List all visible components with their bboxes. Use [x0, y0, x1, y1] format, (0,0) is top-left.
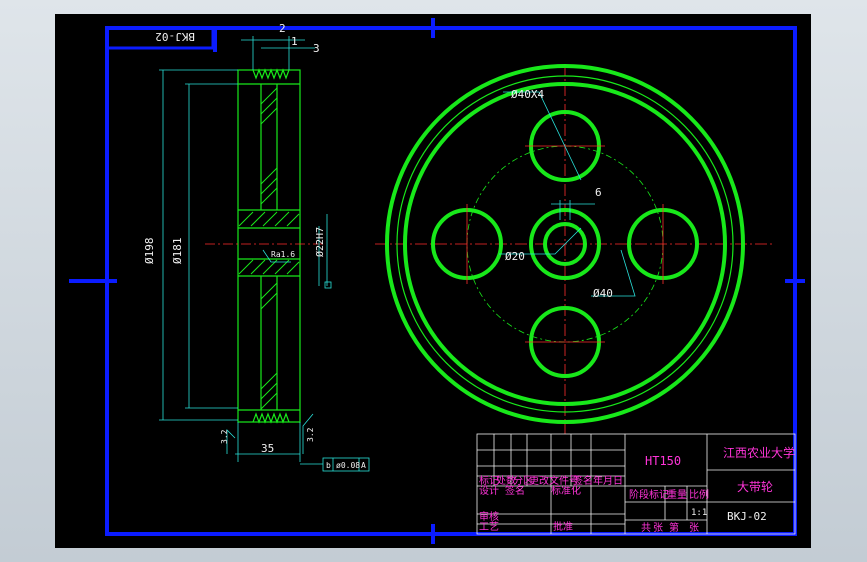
surface-mark-right: 3.2	[306, 427, 315, 442]
tol-value: ø0.08	[336, 461, 360, 470]
tb-sheet-no: 第	[669, 521, 679, 534]
label-holes: Ø40X4	[511, 88, 544, 101]
tb-sheets-unit1: 张	[653, 522, 663, 534]
tb-sheets-unit2: 张	[689, 522, 699, 534]
front-view: Ø40X4 6 Ø20 Ø40	[375, 64, 775, 434]
drawing-frame	[69, 18, 805, 544]
tb-h-date: 年月日	[593, 474, 623, 487]
side-dimension-texts: 2 1 3 Ø198 Ø181 Ø22H7 35 Ra1.6 3.2 3.2	[143, 22, 326, 455]
side-dimensions	[159, 36, 332, 462]
dim-outer-diameter: Ø198	[143, 238, 156, 265]
tb-drawing-no: BKJ-02	[727, 510, 767, 523]
label-key-width: 6	[595, 186, 602, 199]
drawing-code-rotated: BKJ-02	[155, 30, 195, 43]
surface-mark-left: 3.2	[220, 429, 229, 444]
drawing-canvas[interactable]: BKJ-02 2 1 3 Ø198 Ø181 Ø22H7 35 Ra1.6 3.…	[55, 14, 811, 548]
title-block-texts: HT150 江西农业大学 大带轮 BKJ-02 标记 处数 分区 更改文件号 签…	[479, 445, 795, 534]
tol-datum: A	[361, 461, 366, 470]
drawing-code-box: BKJ-02	[105, 26, 215, 50]
drawing-svg: BKJ-02 2 1 3 Ø198 Ø181 Ø22H7 35 Ra1.6 3.…	[69, 18, 805, 544]
tol-symbol: b	[326, 461, 331, 470]
tb-design: 设计	[479, 484, 499, 497]
tb-process: 工艺	[479, 521, 499, 533]
dim-top-2: 2	[279, 22, 286, 35]
surface-mark-bore: Ra1.6	[271, 250, 295, 259]
cad-viewport: BKJ-02 2 1 3 Ø198 Ø181 Ø22H7 35 Ra1.6 3.…	[0, 0, 867, 562]
tb-approve: 批准	[553, 520, 573, 533]
tb-design-sign: 签名	[505, 484, 525, 497]
label-hub: Ø20	[505, 250, 525, 263]
tb-stage: 阶段标记	[629, 488, 669, 501]
tb-sheets-total: 共	[641, 522, 651, 534]
tb-scale: 1:1	[691, 508, 707, 518]
dim-inner-diameter: Ø181	[171, 238, 184, 265]
label-pcd: Ø40	[593, 287, 613, 300]
tb-part-name: 大带轮	[737, 480, 773, 494]
tb-standard: 标准化	[551, 484, 581, 497]
tb-material: HT150	[645, 454, 681, 468]
dim-width: 35	[261, 442, 274, 455]
tb-weight: 重量	[667, 488, 687, 501]
hatching	[238, 87, 300, 410]
tb-school: 江西农业大学	[723, 445, 795, 460]
tolerance-frame: b ø0.08 A	[300, 457, 370, 472]
dim-bore: Ø22H7	[314, 227, 326, 257]
tb-scale-label: 比例	[689, 488, 709, 501]
dim-top-3: 3	[313, 42, 320, 55]
side-view	[205, 68, 325, 424]
dim-top-1: 1	[291, 35, 298, 48]
